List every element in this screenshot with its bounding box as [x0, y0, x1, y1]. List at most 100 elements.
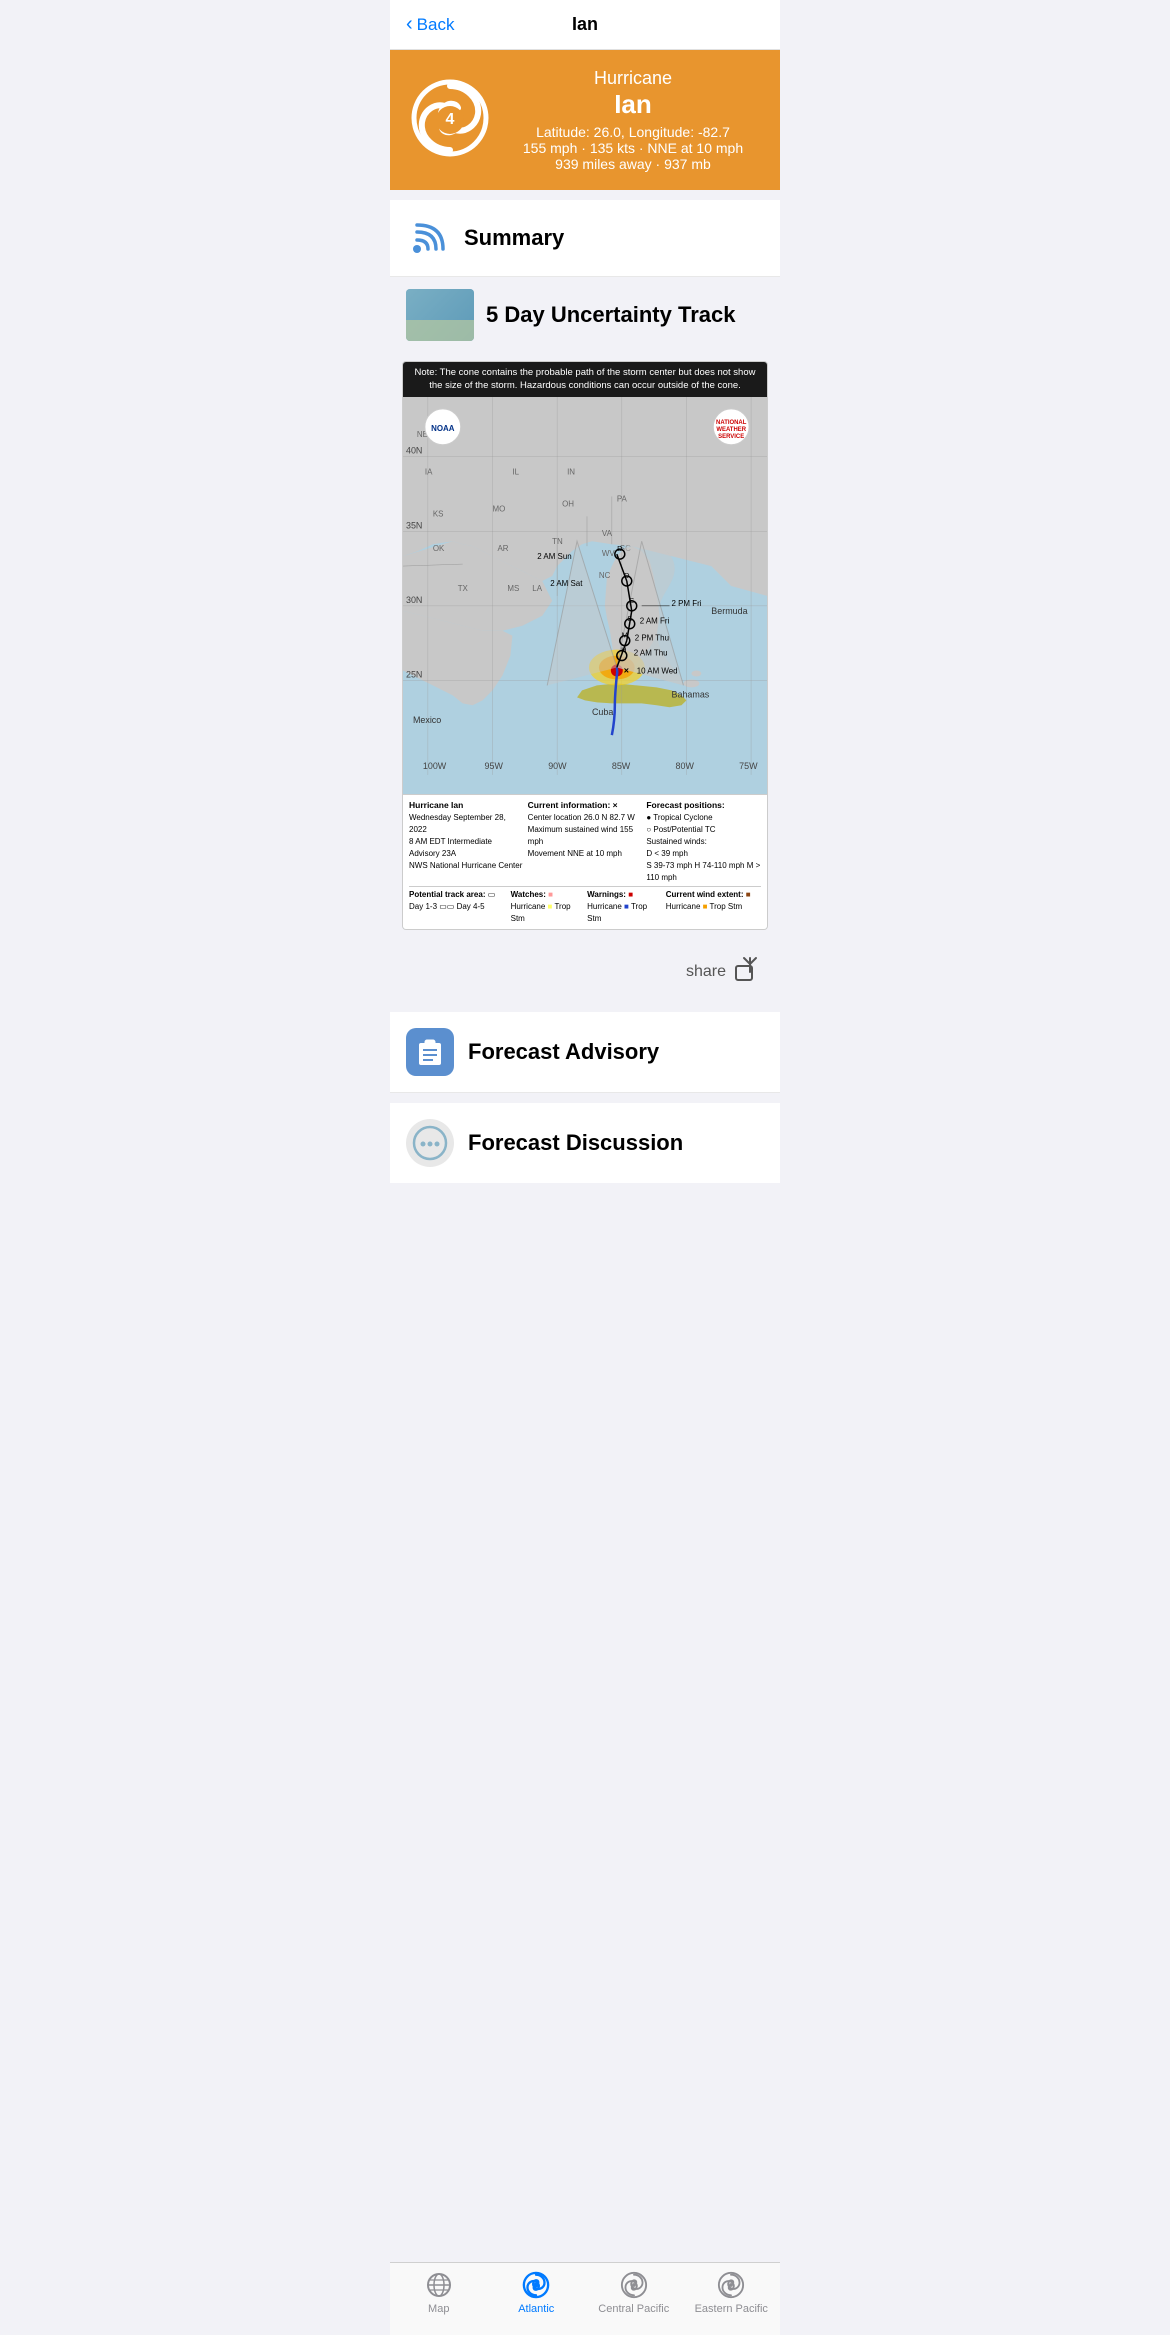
svg-text:Bermuda: Bermuda: [711, 605, 747, 615]
svg-text:WV: WV: [602, 549, 615, 558]
advisory-title: Forecast Advisory: [468, 1039, 659, 1065]
advisory-icon: [406, 1028, 454, 1076]
tab-eastern-pacific-label: Eastern Pacific: [695, 2303, 768, 2315]
svg-text:2 PM Fri: 2 PM Fri: [672, 598, 702, 607]
forecast-title: Forecast positions:: [646, 800, 724, 810]
d-label: D < 39 mph: [646, 848, 761, 860]
svg-text:TX: TX: [458, 584, 469, 593]
source-date: Wednesday September 28, 2022: [409, 812, 524, 836]
tab-atlantic-label: Atlantic: [518, 2303, 554, 2315]
source-title: Hurricane Ian: [409, 800, 463, 810]
svg-text:Cuba: Cuba: [592, 707, 613, 717]
hurricane-tab-icon-active: [522, 2270, 550, 2300]
globe-icon: [426, 2272, 452, 2298]
svg-text:SERVICE: SERVICE: [718, 433, 744, 439]
storm-coords: Latitude: 26.0, Longitude: -82.7: [506, 124, 760, 140]
svg-text:MS: MS: [507, 584, 519, 593]
svg-text:OH: OH: [562, 499, 574, 508]
svg-text:75W: 75W: [739, 761, 758, 771]
svg-text:M: M: [622, 630, 628, 639]
chat-icon: [412, 1125, 448, 1161]
discussion-title: Forecast Discussion: [468, 1130, 683, 1156]
source-org: NWS National Hurricane Center: [409, 860, 524, 872]
svg-text:NOAA: NOAA: [431, 423, 455, 432]
nav-bar: ‹ Back Ian: [390, 0, 780, 50]
advisory-section[interactable]: Forecast Advisory: [390, 1012, 780, 1093]
storm-icon-wrap: 4: [410, 78, 490, 163]
tab-atlantic[interactable]: Atlantic: [488, 2271, 586, 2315]
svg-text:WEATHER: WEATHER: [716, 426, 746, 432]
tab-central-pacific-label: Central Pacific: [598, 2303, 669, 2315]
svg-text:NATIONAL: NATIONAL: [716, 419, 747, 425]
tab-central-pacific[interactable]: Central Pacific: [585, 2271, 683, 2315]
map-note: Note: The cone contains the probable pat…: [403, 362, 767, 397]
tab-bar: Map Atlantic Central Pacific: [390, 2262, 780, 2335]
share-button-icon[interactable]: [734, 956, 760, 982]
back-label: Back: [417, 15, 455, 35]
svg-text:2 AM Sat: 2 AM Sat: [550, 579, 583, 588]
svg-text:35N: 35N: [406, 520, 422, 530]
rss-icon-wrap: [406, 216, 450, 260]
movement: Movement NNE at 10 mph: [528, 848, 643, 860]
legend-bottom: Potential track area: ▭ Day 1-3 ▭▭ Day 4…: [409, 886, 761, 925]
s-label: S 39-73 mph H 74-110 mph M > 110 mph: [646, 860, 761, 884]
svg-text:D: D: [617, 544, 623, 553]
share-label: share: [686, 963, 726, 981]
track-map-container[interactable]: Note: The cone contains the probable pat…: [402, 361, 768, 930]
svg-text:Bahamas: Bahamas: [672, 689, 710, 699]
svg-text:2 PM Thu: 2 PM Thu: [635, 633, 669, 642]
category-badge: 4: [436, 106, 464, 134]
svg-text:AR: AR: [497, 544, 508, 553]
svg-text:NC: NC: [599, 571, 611, 580]
track-header-row: 5 Day Uncertainty Track: [390, 277, 780, 353]
tab-map[interactable]: Map: [390, 2271, 488, 2315]
svg-text:95W: 95W: [485, 761, 504, 771]
svg-text:Mexico: Mexico: [413, 715, 441, 725]
track-title: 5 Day Uncertainty Track: [486, 302, 735, 328]
storm-speeds: 155 mph · 135 kts · NNE at 10 mph: [506, 140, 760, 156]
central-pacific-tab-icon: [620, 2271, 648, 2299]
track-thumbnail[interactable]: [406, 289, 474, 341]
winds-label: Sustained winds:: [646, 836, 761, 848]
discussion-icon: [406, 1119, 454, 1167]
svg-text:30N: 30N: [406, 594, 422, 604]
svg-text:2 AM Sun: 2 AM Sun: [537, 552, 571, 561]
storm-distance: 939 miles away · 937 mb: [506, 156, 760, 172]
svg-text:10 AM Wed: 10 AM Wed: [637, 666, 678, 675]
map-tab-icon: [425, 2271, 453, 2299]
svg-text:IL: IL: [512, 467, 519, 476]
tc-label: ● Tropical Cyclone: [646, 812, 761, 824]
map-legend: Hurricane Ian Wednesday September 28, 20…: [403, 794, 767, 929]
tab-map-label: Map: [428, 2303, 449, 2315]
chevron-left-icon: ‹: [406, 14, 413, 34]
svg-text:80W: 80W: [676, 761, 695, 771]
summary-section: Summary: [390, 200, 780, 277]
svg-text:KS: KS: [433, 509, 444, 518]
atlantic-tab-icon: [522, 2271, 550, 2299]
svg-text:OK: OK: [433, 544, 445, 553]
current-info-title: Current information: ×: [528, 800, 618, 810]
tab-eastern-pacific[interactable]: Eastern Pacific: [683, 2271, 781, 2315]
track-section: 5 Day Uncertainty Track Note: The cone c…: [390, 277, 780, 1002]
summary-header: Summary: [390, 200, 780, 277]
summary-title: Summary: [464, 225, 564, 251]
storm-name: Ian: [506, 89, 760, 120]
svg-text:×: ×: [624, 665, 629, 675]
share-row: share: [390, 942, 780, 1002]
svg-text:IN: IN: [567, 467, 575, 476]
hurricane-tab-icon-inactive-1: [620, 2270, 648, 2300]
svg-text:100W: 100W: [423, 761, 447, 771]
svg-text:H: H: [621, 645, 626, 654]
eastern-pacific-tab-icon: [717, 2271, 745, 2299]
back-button[interactable]: ‹ Back: [406, 15, 454, 35]
potential-label: ○ Post/Potential TC: [646, 824, 761, 836]
storm-header: 4 Hurricane Ian Latitude: 26.0, Longitud…: [390, 50, 780, 190]
svg-text:MO: MO: [493, 504, 506, 513]
svg-text:2 AM Fri: 2 AM Fri: [640, 616, 670, 625]
svg-text:S: S: [627, 613, 632, 622]
svg-text:25N: 25N: [406, 669, 422, 679]
discussion-section[interactable]: Forecast Discussion: [390, 1103, 780, 1183]
share-icon[interactable]: [734, 956, 760, 988]
svg-text:2 AM Thu: 2 AM Thu: [634, 648, 668, 657]
svg-text:LA: LA: [532, 584, 542, 593]
